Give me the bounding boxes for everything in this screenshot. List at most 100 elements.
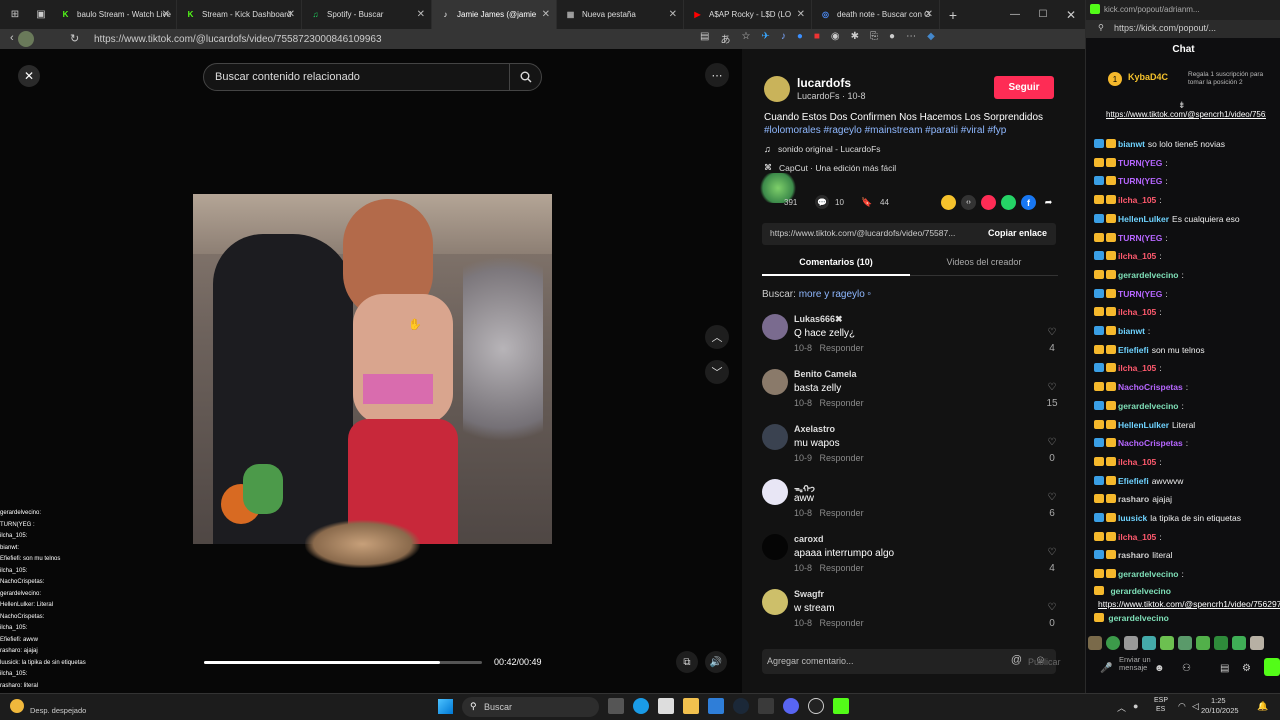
extension-icon[interactable]: ♪ bbox=[781, 31, 786, 46]
progress-track[interactable] bbox=[204, 661, 482, 664]
chat-username[interactable]: TURN(YEG bbox=[1118, 289, 1162, 299]
extension-icon[interactable]: ◉ bbox=[831, 31, 840, 46]
chat-username[interactable]: rasharo bbox=[1118, 494, 1149, 504]
search-icon[interactable] bbox=[509, 64, 541, 90]
lang1[interactable]: ESP bbox=[1154, 697, 1168, 704]
wifi-icon[interactable]: ◠ bbox=[1178, 701, 1186, 712]
favorite-star-icon[interactable]: ☆ bbox=[741, 31, 750, 46]
chat-username[interactable]: ilcha_105 bbox=[1118, 251, 1156, 261]
publish-button[interactable]: Publicar bbox=[1028, 657, 1061, 667]
heart-icon[interactable]: ♡ bbox=[1042, 492, 1062, 503]
browser-tab[interactable]: ♫ Spotify - Buscar ✕ bbox=[302, 0, 432, 29]
search-suggestion[interactable]: Buscar: more y rageylo ᵒ bbox=[762, 289, 871, 300]
final-user[interactable]: gerardelvecino bbox=[1108, 613, 1168, 623]
translate-icon[interactable]: あ bbox=[720, 31, 730, 46]
video-link[interactable]: https://www.tiktok.com/@lucardofs/video/… bbox=[770, 228, 975, 238]
emote-icon[interactable] bbox=[1106, 636, 1120, 650]
more-options-icon[interactable]: ⋯ bbox=[705, 63, 729, 87]
reload-icon[interactable]: ↻ bbox=[70, 32, 79, 45]
obs-icon[interactable] bbox=[808, 698, 824, 714]
speaker-icon[interactable]: ◁ bbox=[1192, 701, 1199, 712]
tab-close-icon[interactable]: ✕ bbox=[669, 9, 677, 20]
tray-icon[interactable]: ● bbox=[1133, 701, 1138, 711]
chat-username[interactable]: TURN(YEG bbox=[1118, 233, 1162, 243]
window-close-icon[interactable]: ✕ bbox=[1057, 8, 1085, 22]
tab-close-icon[interactable]: ✕ bbox=[925, 9, 933, 20]
minimize-icon[interactable]: — bbox=[1001, 9, 1029, 20]
kick-url-field[interactable]: https://kick.com/popout/... bbox=[1114, 23, 1216, 33]
chat-username[interactable]: gerardelvecino bbox=[1118, 569, 1178, 579]
chat-username[interactable]: Efiefiefi bbox=[1118, 345, 1149, 355]
emote-icon[interactable] bbox=[1142, 636, 1156, 650]
start-icon[interactable] bbox=[438, 699, 453, 714]
tab-close-icon[interactable]: ✕ bbox=[287, 9, 295, 20]
volume-icon[interactable]: 🔊 bbox=[705, 651, 727, 673]
next-video-button[interactable]: ﹀ bbox=[705, 360, 729, 384]
facebook-icon[interactable]: f bbox=[1021, 195, 1036, 210]
heart-icon[interactable]: ♡ bbox=[1042, 547, 1062, 558]
maximize-icon[interactable]: ☐ bbox=[1029, 9, 1057, 20]
video-player[interactable] bbox=[193, 194, 552, 544]
tab-close-icon[interactable]: ✕ bbox=[162, 9, 170, 20]
back-icon[interactable]: ‹ bbox=[10, 32, 14, 44]
close-video-icon[interactable]: ✕ bbox=[18, 65, 40, 87]
follow-button[interactable]: Seguir bbox=[994, 76, 1054, 99]
chat-username[interactable]: ilcha_105 bbox=[1118, 457, 1156, 467]
commenter-avatar[interactable] bbox=[762, 534, 788, 560]
chat-username[interactable]: bianwt bbox=[1118, 139, 1145, 149]
lang2[interactable]: ES bbox=[1156, 706, 1165, 713]
mic-icon[interactable]: 🎤 bbox=[1100, 663, 1112, 674]
emote-icon[interactable] bbox=[1124, 636, 1138, 650]
mention-icon[interactable]: @ bbox=[1011, 654, 1022, 666]
url-field[interactable]: https://www.tiktok.com/@lucardofs/video/… bbox=[94, 34, 382, 45]
reply-button[interactable]: Responder bbox=[820, 563, 864, 573]
emote-icon[interactable] bbox=[1214, 636, 1228, 650]
tab-comments[interactable]: Comentarios (10) bbox=[762, 257, 910, 267]
reply-button[interactable]: Responder bbox=[820, 618, 864, 628]
emote-icon[interactable] bbox=[1160, 636, 1174, 650]
mail-icon[interactable] bbox=[708, 698, 724, 714]
bookmark-icon[interactable]: 🔖 bbox=[860, 195, 874, 209]
settings-icon[interactable]: ⚙ bbox=[1242, 663, 1251, 674]
store-app-icon[interactable] bbox=[658, 698, 674, 714]
browser-tab[interactable]: Kbaulo Stream - Watch Live ✕ bbox=[52, 0, 177, 29]
tab-close-icon[interactable]: ✕ bbox=[542, 9, 550, 20]
tab-actions-icon[interactable]: ▣ bbox=[30, 9, 52, 20]
sound-link[interactable]: sonido original - LucardoFs bbox=[778, 144, 881, 154]
reply-button[interactable]: Responder bbox=[820, 508, 864, 518]
edge-icon[interactable] bbox=[633, 698, 649, 714]
browser-tab[interactable]: ♪ Jamie James (@jamie ✕ bbox=[432, 0, 557, 29]
reply-button[interactable]: Responder bbox=[820, 398, 864, 408]
chat-username[interactable]: gerardelvecino bbox=[1118, 401, 1178, 411]
reply-button[interactable]: Responder bbox=[820, 343, 864, 353]
chat-username[interactable]: bianwt bbox=[1118, 326, 1145, 336]
browser-tab[interactable]: K Stream - Kick Dashboard ✕ bbox=[177, 0, 302, 29]
chat-username[interactable]: gerardelvecino bbox=[1118, 270, 1178, 280]
previous-video-button[interactable]: ︿ bbox=[705, 325, 729, 349]
copilot-icon[interactable]: ◆ bbox=[927, 31, 935, 46]
clock-time[interactable]: 1:25 bbox=[1211, 696, 1226, 705]
collections-icon[interactable]: ⎘ bbox=[870, 31, 878, 46]
chat-username[interactable]: ilcha_105 bbox=[1118, 307, 1156, 317]
commenter-avatar[interactable] bbox=[762, 314, 788, 340]
commenter-avatar[interactable] bbox=[762, 479, 788, 505]
copy-link-button[interactable]: Copiar enlace bbox=[988, 228, 1047, 238]
whatsapp-icon[interactable] bbox=[1001, 195, 1016, 210]
chat-username[interactable]: ilcha_105 bbox=[1118, 532, 1156, 542]
emote-icon[interactable] bbox=[1088, 636, 1102, 650]
tray-arrow-icon[interactable]: ︿ bbox=[1117, 701, 1126, 714]
notification-icon[interactable]: 🔔 bbox=[1257, 701, 1268, 712]
chat-input[interactable]: Enviar un mensaje bbox=[1119, 656, 1155, 672]
heart-icon[interactable]: ♡ bbox=[1042, 382, 1062, 393]
heart-icon[interactable]: ♡ bbox=[1042, 327, 1062, 338]
capcut-link[interactable]: CapCut · Una edición más fácil bbox=[779, 163, 896, 173]
chat-username[interactable]: TURN(YEG bbox=[1118, 158, 1162, 168]
steam-icon[interactable] bbox=[733, 698, 749, 714]
commenter-avatar[interactable] bbox=[762, 589, 788, 615]
commenter-name[interactable]: Lukas666✖ bbox=[794, 314, 843, 325]
store-icon[interactable]: ▤ bbox=[1220, 663, 1229, 674]
commenter-name[interactable]: Benito Camela bbox=[794, 369, 857, 379]
tab-close-icon[interactable]: ✕ bbox=[417, 9, 425, 20]
extensions-icon[interactable]: ✱ bbox=[851, 31, 859, 46]
extension-icon[interactable]: ■ bbox=[814, 31, 820, 46]
